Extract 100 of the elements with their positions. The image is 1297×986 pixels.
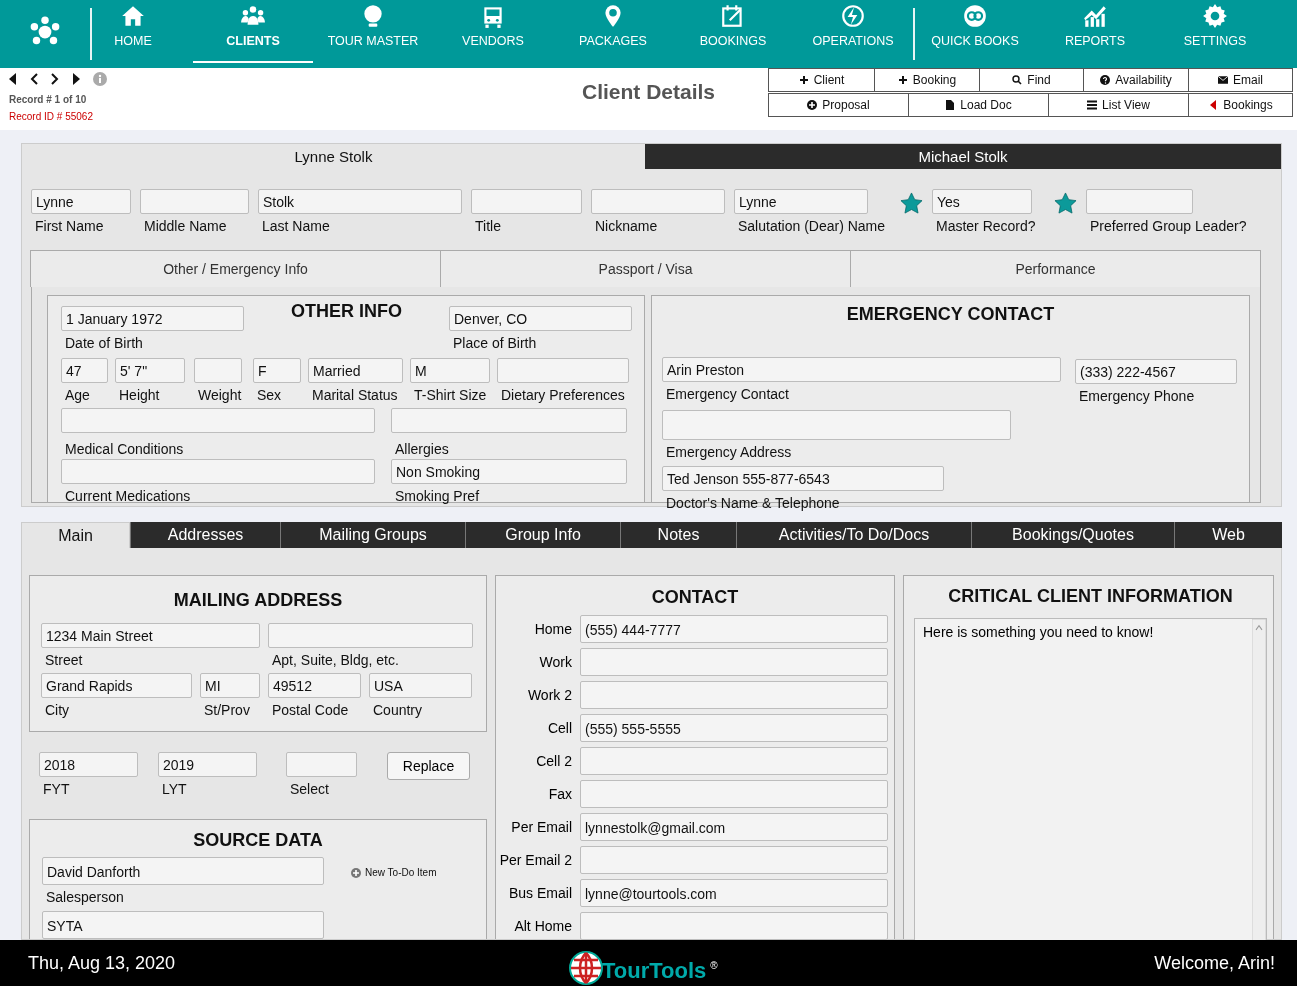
section-title: CONTACT [650,587,740,608]
text-field[interactable] [1086,189,1193,214]
text-field[interactable]: (333) 222-4567 [1075,359,1237,384]
previous-icon[interactable] [30,73,38,85]
text-field[interactable]: USA [369,673,472,698]
text-field[interactable]: 2019 [158,752,257,777]
caret-left-icon [1208,100,1219,110]
section-tab[interactable]: Performance [850,250,1261,287]
text-field[interactable]: (555) 444-7777 [580,614,888,643]
text-field[interactable]: 2018 [39,752,138,777]
text-field[interactable]: lynne@tourtools.com [580,878,888,907]
text-field[interactable]: 47 [61,358,108,383]
welcome-message: Welcome, Arin! [1154,952,1275,974]
text-field[interactable] [286,752,357,777]
text-field[interactable] [580,746,888,775]
text-field[interactable]: Non Smoking [391,459,627,484]
field-label: T-Shirt Size [414,387,487,403]
section-tab[interactable]: Other / Emergency Info [30,250,441,287]
current-date: Thu, Aug 13, 2020 [28,952,176,974]
text-field[interactable]: F [253,358,301,383]
text-field[interactable]: David Danforth [42,857,324,885]
field-label: Smoking Pref [395,488,480,504]
action-button[interactable]: Bookings [1188,93,1293,117]
text-field[interactable]: Stolk [258,189,462,214]
record-tab[interactable]: Web [1174,522,1282,548]
record-tab[interactable]: Activities/To Do/Docs [736,522,971,548]
field-label: Date of Birth [65,335,143,351]
section-title: CRITICAL CLIENT INFORMATION [947,586,1234,607]
text-field[interactable] [662,410,1011,440]
document-icon [945,100,956,110]
star-icon[interactable] [900,192,923,215]
star-icon[interactable] [1054,192,1077,215]
brand-name: TourTools [602,957,707,985]
text-field[interactable]: M [410,358,490,383]
text-field[interactable]: Lynne [734,189,868,214]
text-field[interactable]: lynnestolk@gmail.com [580,812,888,841]
field-label: Street [45,652,83,668]
text-field[interactable]: 49512 [268,673,361,698]
record-tab[interactable]: Addresses [130,522,280,548]
text-field[interactable] [194,358,242,383]
last-record-icon[interactable] [72,73,80,85]
field-label: Age [65,387,90,403]
record-tab[interactable]: Notes [620,522,736,548]
action-button[interactable]: List View [1048,93,1189,117]
text-field[interactable] [497,358,629,383]
new-todo-link[interactable]: New To-Do Item [351,867,437,878]
text-field[interactable]: Yes [932,189,1032,214]
action-button[interactable]: Client [768,68,875,92]
field-label: Bus Email [507,884,572,901]
record-tab[interactable]: Mailing Groups [280,522,465,548]
field-label: Last Name [262,218,330,234]
text-field[interactable] [580,647,888,676]
field-label: Place of Birth [453,335,537,351]
record-tab[interactable]: Group Info [465,522,620,548]
record-tab[interactable]: Main [21,522,130,548]
text-field[interactable] [268,623,473,648]
text-field[interactable]: Married [308,358,403,383]
text-field[interactable] [580,680,888,709]
text-field[interactable]: Arin Preston [662,357,1061,382]
info-icon[interactable] [93,72,107,86]
text-field[interactable]: MI [200,673,260,698]
text-field[interactable] [580,845,888,874]
text-field[interactable]: Ted Jenson 555-877-6543 [662,466,944,491]
text-field[interactable] [580,779,888,808]
field-label: Emergency Phone [1079,388,1195,404]
plus-icon [798,75,809,85]
text-field[interactable]: Denver, CO [449,306,632,331]
text-field[interactable] [591,189,725,214]
action-button[interactable]: Booking [874,68,980,92]
first-record-icon[interactable] [9,73,17,85]
person-tab[interactable]: Michael Stolk [645,144,1281,169]
text-field[interactable]: SYTA [42,911,324,939]
text-field[interactable] [391,408,627,433]
text-field[interactable]: Lynne [31,189,131,214]
text-area[interactable]: Here is something you need to know! [914,618,1267,940]
record-tab[interactable]: Bookings/Quotes [971,522,1174,548]
replace-button[interactable]: Replace [387,752,470,780]
scrollbar[interactable] [1252,619,1266,940]
action-button[interactable]: Load Doc [908,93,1049,117]
section-tab[interactable]: Passport / Visa [440,250,851,287]
field-label: Fax [547,785,572,802]
text-field[interactable] [61,459,375,484]
text-field[interactable] [140,189,249,214]
text-field[interactable] [471,189,582,214]
text-field[interactable]: 1234 Main Street [41,623,260,648]
text-field[interactable] [61,408,375,433]
text-field[interactable] [580,911,888,940]
text-field[interactable]: 5' 7" [115,358,185,383]
list-icon [1087,100,1098,110]
action-button[interactable]: Availability [1083,68,1189,92]
field-label: Marital Status [312,387,398,403]
action-button[interactable]: Proposal [768,93,909,117]
field-label: Title [475,218,501,234]
action-button[interactable]: Email [1188,68,1293,92]
field-label: Select [290,781,329,797]
next-icon[interactable] [51,73,59,85]
text-field[interactable]: 1 January 1972 [61,306,244,331]
action-button[interactable]: Find [979,68,1084,92]
text-field[interactable]: Grand Rapids [41,673,192,698]
text-field[interactable]: (555) 555-5555 [580,713,888,742]
